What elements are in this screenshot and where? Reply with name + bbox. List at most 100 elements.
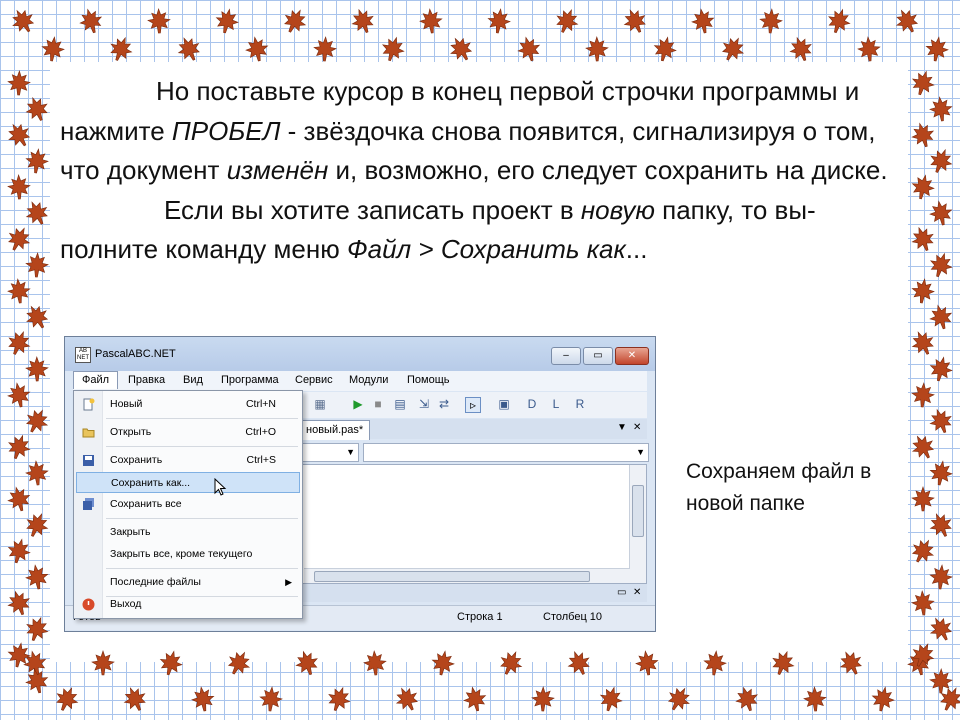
maple-leaf-icon xyxy=(212,6,243,37)
output-window-icon[interactable]: ▹ xyxy=(465,397,481,413)
tab-list-icon[interactable]: ▼ xyxy=(617,422,627,433)
maple-leaf-icon xyxy=(459,683,490,714)
pin-icon[interactable]: ▭ xyxy=(617,587,626,598)
save-all-icon xyxy=(83,498,94,510)
tab-close-icon[interactable]: ✕ xyxy=(633,422,641,433)
vertical-scrollbar[interactable] xyxy=(629,465,646,583)
maple-leaf-icon xyxy=(39,35,68,64)
maple-leaf-icon xyxy=(909,381,937,409)
p2-italic-command: Файл > Сохранить как xyxy=(346,234,626,264)
maple-leaf-icon xyxy=(688,6,718,36)
menu-service[interactable]: Сервис xyxy=(295,374,333,386)
p2-text-e: ... xyxy=(625,234,648,264)
maple-leaf-icon xyxy=(390,682,425,717)
panel-close-icon[interactable]: ✕ xyxy=(633,587,641,598)
menu-item-close[interactable]: Закрыть xyxy=(76,522,300,543)
menu-item-new[interactable]: Новый Ctrl+N xyxy=(76,394,300,415)
toolbar-d-icon[interactable]: D xyxy=(525,397,539,411)
maple-leaf-icon xyxy=(701,649,730,678)
step-over-icon[interactable]: ⇄ xyxy=(437,397,451,411)
maple-leaf-icon xyxy=(530,686,556,712)
maple-leaf-icon xyxy=(661,681,696,716)
maple-leaf-icon xyxy=(801,685,828,712)
file-menu-dropdown: Новый Ctrl+N Открыть Ctrl+O Сохранить Ctrl+… xyxy=(73,390,303,619)
maple-leaf-icon xyxy=(322,682,355,715)
stop-icon[interactable]: ■ xyxy=(371,397,385,411)
maple-leaf-icon xyxy=(188,684,218,714)
maple-leaf-icon xyxy=(90,650,116,676)
menu-edit[interactable]: Правка xyxy=(128,374,165,386)
maple-leaf-icon xyxy=(908,276,937,305)
maple-leaf-icon xyxy=(346,4,379,37)
toolbar-r-icon[interactable]: R xyxy=(573,397,587,411)
menu-item-recent-files[interactable]: Последние файлы ▶ xyxy=(76,572,300,593)
mouse-pointer-icon xyxy=(214,478,227,496)
maple-leaf-icon xyxy=(377,33,409,65)
maple-leaf-icon xyxy=(889,3,924,38)
maple-leaf-icon xyxy=(618,4,652,38)
member-selector[interactable]: ▼ xyxy=(363,443,649,462)
toolbar-l-icon[interactable]: L xyxy=(549,397,563,411)
chevron-down-icon: ▼ xyxy=(346,447,355,457)
step-into-icon[interactable]: ⇲ xyxy=(417,397,431,411)
open-folder-icon xyxy=(82,428,95,438)
maple-leaf-icon xyxy=(4,640,34,670)
maple-leaf-icon xyxy=(146,8,173,35)
menu-item-close-all-but-current[interactable]: Закрыть все, кроме текущего xyxy=(76,544,300,565)
menu-item-exit[interactable]: Выход xyxy=(76,594,300,615)
maximize-button[interactable]: ▭ xyxy=(583,347,613,365)
tab-new-pas[interactable]: новый.pas* xyxy=(299,420,371,440)
p1-italic-changed: изменён xyxy=(226,155,329,185)
menu-help[interactable]: Помощь xyxy=(407,374,450,386)
maple-leaf-icon xyxy=(155,647,187,679)
chevron-down-icon: ▼ xyxy=(636,447,645,457)
maple-leaf-icon xyxy=(757,7,785,35)
menu-bar: Файл Правка Вид Программа Сервис Модули … xyxy=(73,371,647,391)
maple-leaf-icon xyxy=(649,33,680,64)
maple-leaf-icon xyxy=(23,251,50,278)
app-icon: AB NET xyxy=(75,347,91,363)
class-selector[interactable]: ▼ xyxy=(295,443,359,462)
maple-leaf-icon xyxy=(784,32,817,65)
close-button[interactable]: ✕ xyxy=(615,347,649,365)
maple-leaf-icon xyxy=(3,535,35,567)
maple-leaf-icon xyxy=(75,5,107,37)
menu-modules[interactable]: Модули xyxy=(349,374,388,386)
maple-leaf-icon xyxy=(23,147,52,176)
menu-view[interactable]: Вид xyxy=(183,374,203,386)
horizontal-scrollbar[interactable] xyxy=(304,568,630,583)
maple-leaf-icon xyxy=(924,508,958,542)
maple-leaf-icon xyxy=(823,5,856,38)
title-bar: AB NET PascalABC.NET – ▭ ✕ xyxy=(65,337,655,371)
run-icon[interactable]: ▶ xyxy=(351,397,365,411)
minimize-button[interactable]: – xyxy=(551,347,581,365)
maple-leaf-icon xyxy=(21,665,52,696)
menu-program[interactable]: Программа xyxy=(221,374,279,386)
p1-text-e: и, возможно, его следует сохранить на ди… xyxy=(328,155,888,185)
menu-item-save-all[interactable]: Сохранить все xyxy=(76,494,300,515)
menu-item-open[interactable]: Открыть Ctrl+O xyxy=(76,422,300,443)
form-icon[interactable]: ▣ xyxy=(497,397,511,411)
pascalabc-window: AB NET PascalABC.NET – ▭ ✕ Файл Правка В… xyxy=(64,336,656,632)
submenu-arrow-icon: ▶ xyxy=(285,577,292,587)
maple-leaf-icon xyxy=(868,684,898,714)
maple-leaf-icon xyxy=(118,682,152,716)
maple-leaf-icon xyxy=(584,36,610,62)
maple-leaf-icon xyxy=(50,682,84,716)
maple-leaf-icon xyxy=(924,612,959,647)
p1-italic-probel: ПРОБЕЛ xyxy=(171,115,281,146)
maple-leaf-icon xyxy=(928,668,954,694)
maple-leaf-icon xyxy=(513,33,545,65)
menu-item-save-as[interactable]: Сохранить как... xyxy=(76,472,300,493)
toolbar-cut-icon[interactable]: ▦ xyxy=(313,397,327,411)
maple-leaf-icon xyxy=(20,508,54,542)
maple-leaf-icon xyxy=(926,458,956,488)
menu-item-save[interactable]: Сохранить Ctrl+S xyxy=(76,450,300,471)
menu-file[interactable]: Файл xyxy=(73,371,119,389)
maple-leaf-icon xyxy=(104,32,138,66)
p2-text-a: Если вы хотите записать проект в xyxy=(164,194,581,225)
debug-icon[interactable]: ▤ xyxy=(393,397,407,411)
status-column: Столбец 10 xyxy=(543,611,603,623)
window-title: PascalABC.NET xyxy=(95,348,176,360)
instruction-text: Но поставьте курсор в конец первой строч… xyxy=(60,72,890,270)
